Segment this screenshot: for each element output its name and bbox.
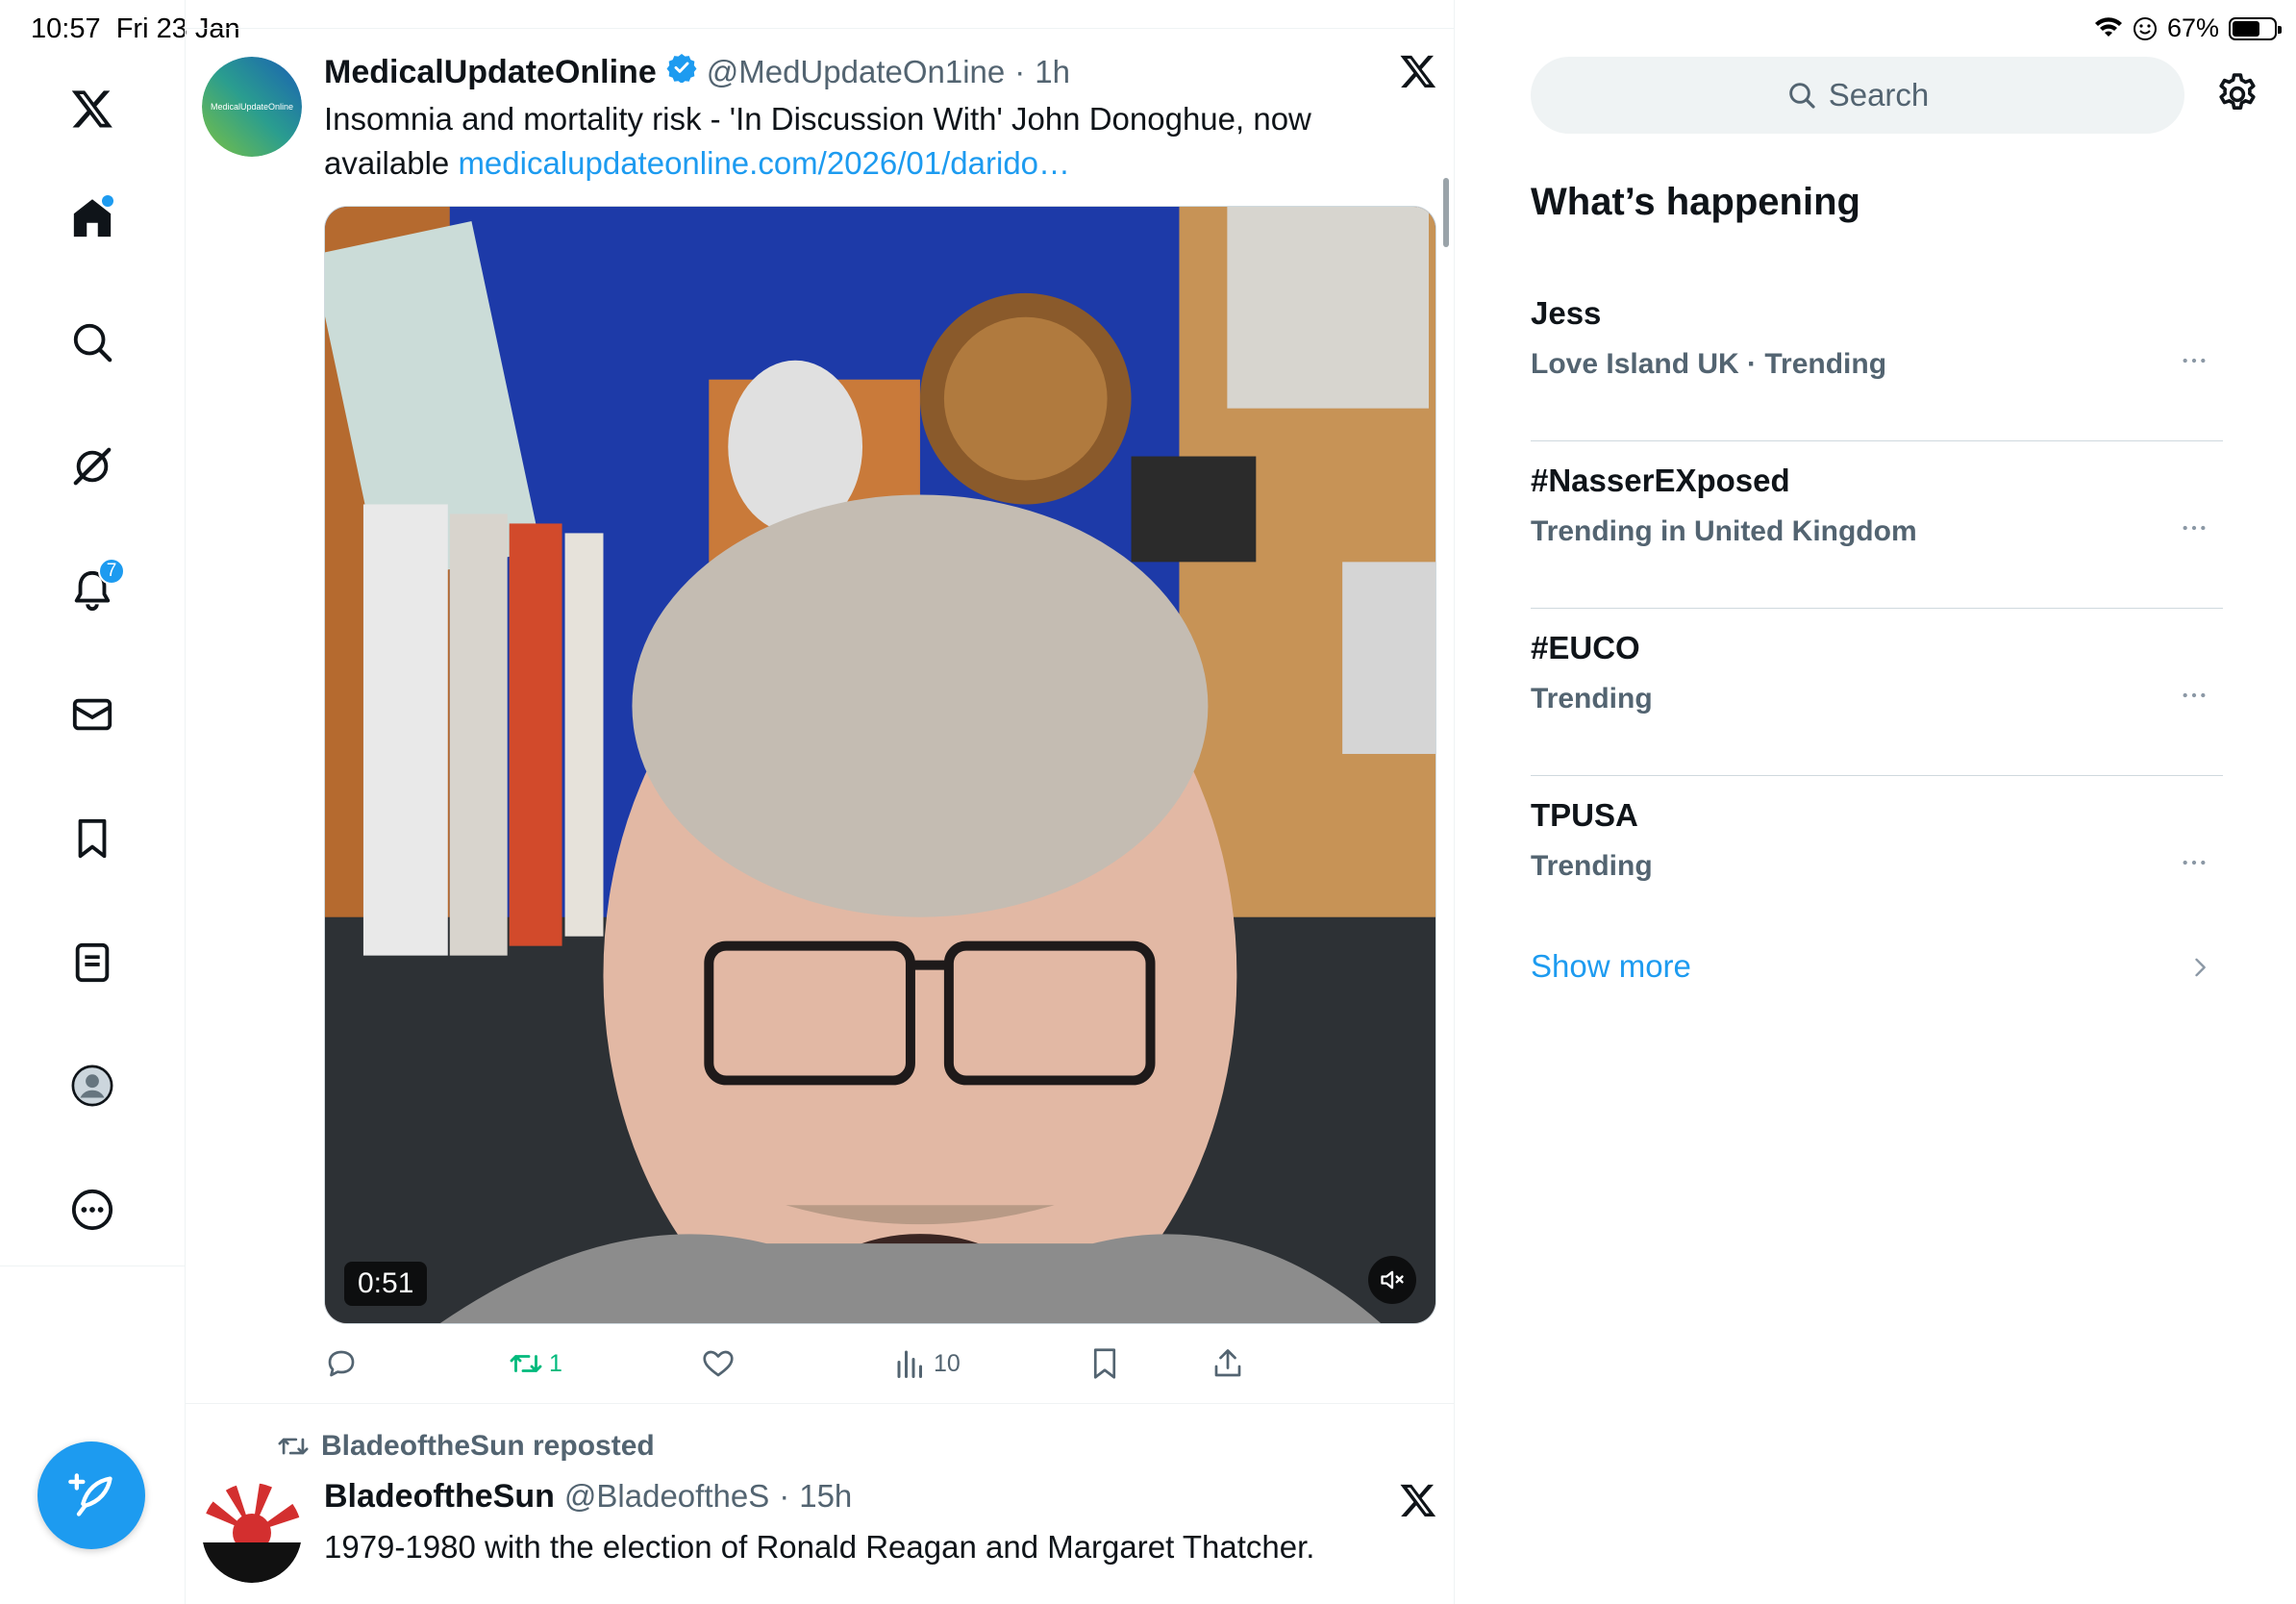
author-name[interactable]: MedicalUpdateOnline [324, 54, 657, 91]
trend-item[interactable]: Jess Love Island UK · Trending [1531, 274, 2223, 441]
nav-grok[interactable] [58, 432, 127, 501]
trend-meta: Trending [1531, 683, 1653, 714]
nav-profile[interactable] [58, 1051, 127, 1120]
verified-badge-icon [666, 54, 697, 83]
tweet-time[interactable]: 1h [1035, 54, 1070, 90]
avatar-logo-text: MedicalUpdateOnline [211, 102, 293, 112]
trend-more-button[interactable] [2175, 676, 2213, 714]
bookmark-icon [78, 818, 107, 859]
heart-icon [703, 1350, 734, 1377]
repost-count: 1 [549, 1349, 562, 1377]
repost-label[interactable]: BladeoftheSun reposted [321, 1430, 655, 1463]
show-more-link[interactable]: Show more [1531, 942, 2223, 1000]
repost-button[interactable]: 1 [509, 1346, 562, 1381]
tweet-video[interactable]: 0:51 [324, 206, 1436, 1324]
tweet-avatar[interactable]: MedicalUpdateOnline [202, 57, 302, 157]
compose-feather-icon [68, 1473, 112, 1516]
nav-notifications[interactable]: 7 [58, 556, 127, 625]
trend-name: Jess [1531, 295, 1602, 331]
tweet-actions: 1 10 [324, 1346, 1436, 1394]
profile-avatar-icon [71, 1065, 113, 1107]
trend-name: #EUCO [1531, 630, 1640, 665]
author-handle[interactable]: @BladeoftheS [564, 1478, 769, 1515]
trend-meta: Love Island UK · Trending [1531, 348, 1887, 380]
author-name[interactable]: BladeoftheSun [324, 1478, 555, 1516]
author-handle[interactable]: @MedUpdateOn1ine [707, 54, 1006, 90]
more-dots-icon [2183, 358, 2206, 363]
trend-more-button[interactable] [2175, 341, 2213, 380]
chevron-right-icon [2195, 958, 2206, 977]
search-icon [73, 323, 112, 363]
trend-item[interactable]: #EUCO Trending [1531, 609, 2223, 776]
trend-name: TPUSA [1531, 797, 1638, 833]
video-duration: 0:51 [344, 1262, 428, 1306]
whats-happening-title: What’s happening [1531, 181, 1860, 223]
search-placeholder: Search [1828, 77, 1930, 113]
timeline: MedicalUpdateOnline MedicalUpdateOnline … [186, 0, 1455, 1604]
settings-button[interactable] [2214, 71, 2262, 119]
like-button[interactable] [701, 1346, 741, 1381]
nav-bookmarks[interactable] [58, 804, 127, 873]
home-unread-dot [102, 195, 113, 207]
scrollbar[interactable] [1443, 178, 1449, 247]
more-dots-icon [2183, 860, 2206, 865]
gear-icon [2219, 73, 2256, 110]
trend-meta: Trending [1531, 850, 1653, 882]
trend-more-button[interactable] [2175, 509, 2213, 547]
right-sidebar: Search What’s happening Jess Love Island… [1456, 0, 2296, 1604]
search-input[interactable]: Search [1531, 57, 2184, 134]
trend-item[interactable]: TPUSA Trending [1531, 776, 2223, 943]
trend-meta: Trending in United Kingdom [1531, 515, 1917, 547]
tweet-link[interactable]: medicalupdateonline.com/2026/01/darido… [458, 145, 1070, 181]
left-nav: 7 [0, 0, 186, 1604]
nav-more[interactable] [58, 1175, 127, 1244]
share-upload-icon [1214, 1349, 1241, 1377]
trend-more-button[interactable] [2175, 843, 2213, 882]
search-icon [1788, 83, 1815, 109]
tweet-avatar[interactable] [202, 1483, 302, 1583]
bookmark-button[interactable] [1087, 1346, 1122, 1381]
trend-item[interactable]: #NasserEXposed Trending in United Kingdo… [1531, 441, 2223, 609]
reply-button[interactable] [324, 1346, 364, 1381]
tweet-text: 1979-1980 with the election of Ronald Re… [324, 1529, 1315, 1565]
envelope-icon [72, 698, 112, 731]
repost-icon [510, 1355, 542, 1372]
dot-separator: · [1014, 54, 1026, 89]
tweet[interactable]: BladeoftheSun reposted BladeoftheSun @Bl… [186, 1404, 1455, 1604]
trend-name: #NasserEXposed [1531, 463, 1790, 498]
nav-home[interactable] [58, 184, 127, 253]
social-context: BladeoftheSun reposted [277, 1430, 655, 1463]
nav-lists[interactable] [58, 928, 127, 997]
bookmark-icon [1093, 1348, 1116, 1379]
reply-bubble-icon [328, 1350, 355, 1377]
show-more-label: Show more [1531, 948, 1691, 984]
repost-icon [278, 1438, 309, 1455]
speaker-muted-icon [1381, 1270, 1404, 1290]
dot-separator: · [779, 1478, 790, 1514]
tweet-time[interactable]: 15h [799, 1478, 852, 1515]
bar-chart-icon [897, 1350, 922, 1378]
mute-button[interactable] [1368, 1256, 1416, 1304]
views-count: 10 [934, 1349, 961, 1377]
grok-icon [73, 447, 112, 486]
more-dots-icon [2183, 692, 2206, 698]
tweet[interactable]: MedicalUpdateOnline MedicalUpdateOnline … [186, 0, 1455, 1404]
x-logo-icon[interactable] [58, 74, 127, 143]
share-button[interactable] [1210, 1346, 1245, 1381]
tweet-text: Insomnia and mortality risk - 'In Discus… [324, 97, 1410, 186]
list-icon [75, 942, 110, 983]
tweet-header: MedicalUpdateOnline @MedUpdateOn1ine · 1… [324, 52, 1070, 91]
nav-explore[interactable] [58, 308, 127, 377]
nav-messages[interactable] [58, 680, 127, 749]
x-source-icon[interactable] [1399, 52, 1437, 90]
tweet-header: BladeoftheSun @BladeoftheS · 15h [324, 1478, 852, 1516]
more-circle-icon [71, 1189, 113, 1231]
more-dots-icon [2183, 525, 2206, 531]
notifications-badge: 7 [98, 558, 125, 585]
video-frame [325, 207, 1435, 1323]
compose-button[interactable] [37, 1441, 145, 1549]
views-button[interactable]: 10 [893, 1346, 961, 1381]
x-source-icon[interactable] [1399, 1481, 1437, 1519]
